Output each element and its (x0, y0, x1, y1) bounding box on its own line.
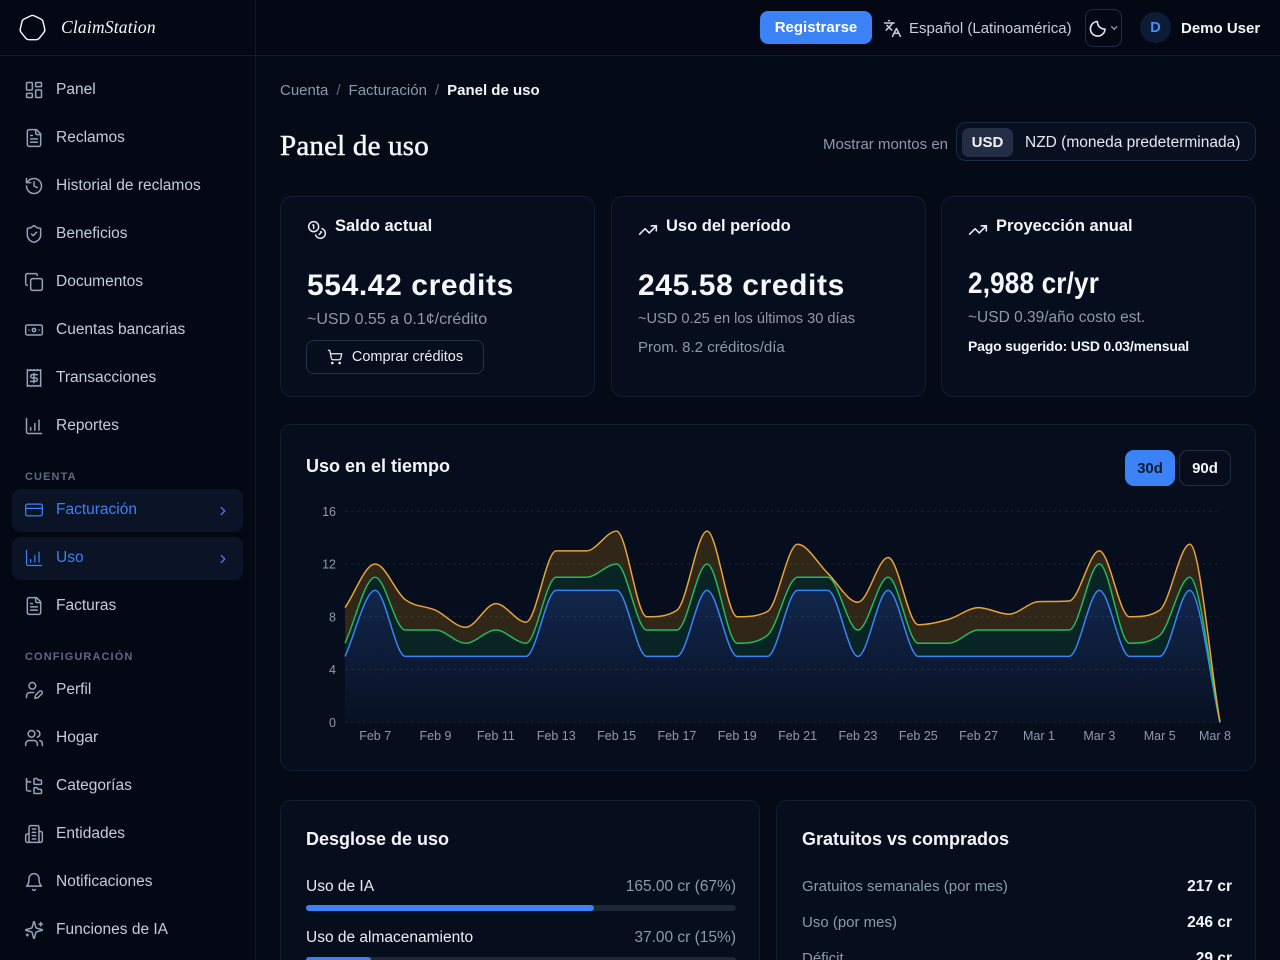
svg-text:Feb 19: Feb 19 (718, 729, 757, 743)
svg-text:12: 12 (322, 558, 336, 572)
svg-text:16: 16 (322, 505, 336, 519)
svg-text:0: 0 (329, 716, 336, 730)
svg-text:Feb 17: Feb 17 (657, 729, 696, 743)
svg-text:Feb 25: Feb 25 (899, 729, 938, 743)
svg-text:Feb 23: Feb 23 (838, 729, 877, 743)
svg-text:Feb 7: Feb 7 (359, 729, 391, 743)
svg-text:Mar 1: Mar 1 (1023, 729, 1055, 743)
svg-text:8: 8 (329, 610, 336, 624)
svg-text:Feb 13: Feb 13 (537, 729, 576, 743)
svg-text:4: 4 (329, 663, 336, 677)
svg-text:Feb 27: Feb 27 (959, 729, 998, 743)
svg-text:Feb 21: Feb 21 (778, 729, 817, 743)
svg-text:Feb 9: Feb 9 (420, 729, 452, 743)
svg-text:Mar 3: Mar 3 (1083, 729, 1115, 743)
svg-text:Feb 11: Feb 11 (477, 729, 515, 743)
svg-text:Feb 15: Feb 15 (597, 729, 636, 743)
svg-text:Mar 8: Mar 8 (1199, 729, 1231, 743)
svg-text:Mar 5: Mar 5 (1144, 729, 1176, 743)
